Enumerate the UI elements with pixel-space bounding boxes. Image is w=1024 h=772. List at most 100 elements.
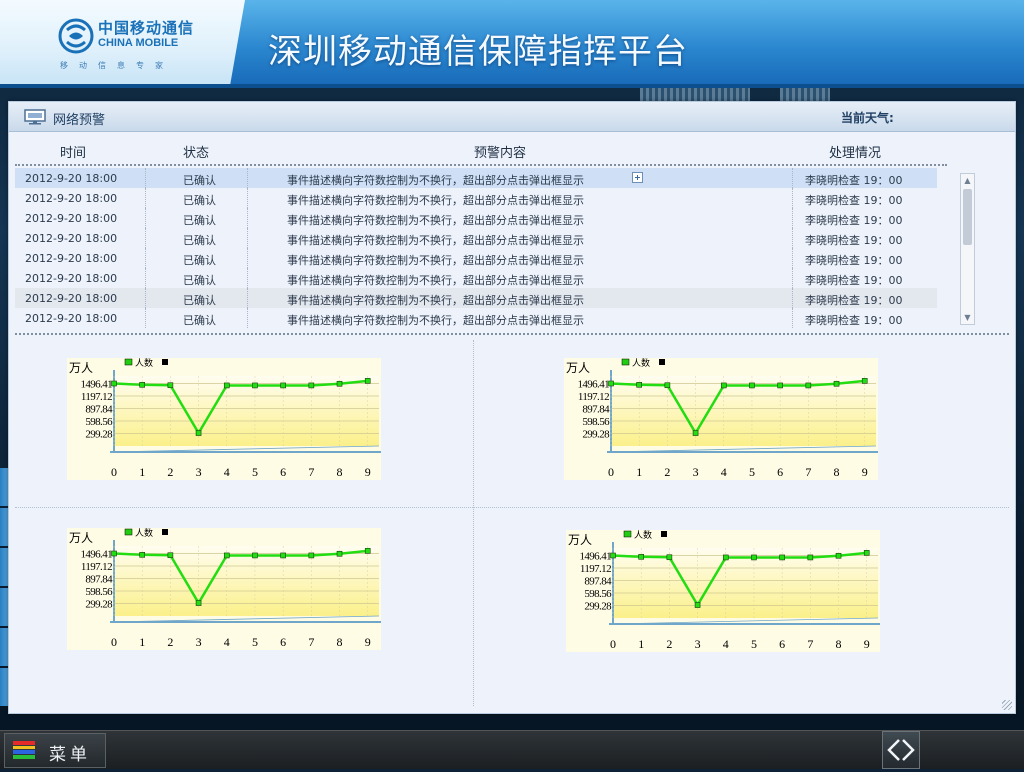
cell-status: 已确认 bbox=[183, 274, 216, 287]
x-tick-label: 2 bbox=[167, 465, 173, 479]
table-row[interactable]: 2012-9-20 18:00 已确认 事件描述横向字符数控制为不换行，超出部分点击… bbox=[15, 248, 937, 268]
data-point bbox=[666, 554, 673, 561]
legend-swatch bbox=[124, 528, 133, 536]
x-tick-label: 2 bbox=[666, 637, 672, 651]
column-separator bbox=[247, 208, 248, 228]
column-separator bbox=[247, 308, 248, 328]
data-point bbox=[252, 552, 258, 559]
window-title: 网络预警 bbox=[53, 113, 106, 128]
cell-content: 事件描述横向字符数控制为不换行，超出部分点击弹出框显示 bbox=[287, 274, 584, 287]
cell-content: 事件描述横向字符数控制为不换行，超出部分点击弹出框显示 bbox=[287, 214, 584, 227]
data-point bbox=[336, 380, 343, 387]
scroll-down-icon[interactable]: ▼ bbox=[961, 311, 974, 324]
y-tick-label: 1197.12 bbox=[81, 391, 112, 403]
column-separator bbox=[145, 308, 146, 328]
table-row[interactable]: 2012-9-20 18:00 已确认 事件描述横向字符数控制为不换行，超出部分点击… bbox=[15, 188, 937, 208]
x-tick-label: 8 bbox=[337, 635, 343, 649]
x-tick-label: 4 bbox=[721, 465, 727, 479]
column-header-status[interactable]: 状态 bbox=[183, 142, 209, 161]
cell-handling: 李晓明检查 19：00 bbox=[805, 294, 903, 307]
table-row[interactable]: 2012-9-20 18:00 已确认 事件描述横向字符数控制为不换行，超出部分点击… bbox=[15, 208, 937, 228]
cell-status: 已确认 bbox=[183, 234, 216, 247]
x-tick-label: 1 bbox=[638, 637, 644, 651]
column-separator bbox=[247, 268, 248, 288]
table-row[interactable]: 2012-9-20 18:00 已确认 事件描述横向字符数控制为不换行，超出部分点击… bbox=[15, 268, 937, 288]
data-point bbox=[664, 382, 671, 389]
table-row[interactable]: 2012-9-20 18:00 已确认 事件描述横向字符数控制为不换行，超出部分点击… bbox=[15, 308, 937, 328]
y-tick-label: 299.28 bbox=[584, 601, 612, 613]
x-tick-label: 7 bbox=[308, 635, 314, 649]
cell-time: 2012-9-20 18:00 bbox=[25, 312, 118, 325]
x-tick-label: 3 bbox=[695, 637, 701, 651]
data-point bbox=[252, 382, 258, 389]
alert-table-body: 2012-9-20 18:00 已确认 事件描述横向字符数控制为不换行，超出部分点击… bbox=[15, 168, 937, 328]
column-separator bbox=[792, 268, 793, 288]
legend-label: 人数 bbox=[135, 358, 153, 369]
legend-label: 人数 bbox=[135, 528, 153, 539]
y-tick-label: 598.56 bbox=[85, 586, 113, 598]
data-point bbox=[692, 430, 699, 436]
window-titlebar[interactable]: 网络预警 当前天气: bbox=[9, 102, 1015, 132]
data-point bbox=[638, 554, 644, 560]
cell-status: 已确认 bbox=[183, 194, 216, 207]
cell-status: 已确认 bbox=[183, 174, 216, 187]
legend-swatch bbox=[661, 531, 667, 537]
data-point bbox=[308, 382, 315, 389]
data-point bbox=[111, 550, 117, 557]
y-tick-label: 1197.12 bbox=[580, 563, 611, 575]
cell-handling: 李晓明检查 19：00 bbox=[805, 274, 903, 287]
x-tick-label: 5 bbox=[751, 637, 757, 651]
background-scenery bbox=[780, 88, 830, 102]
scroll-up-icon[interactable]: ▲ bbox=[961, 174, 974, 187]
table-row[interactable]: 2012-9-20 18:00 已确认 事件描述横向字符数控制为不换行，超出部分点击… bbox=[15, 228, 937, 248]
column-separator bbox=[145, 228, 146, 248]
data-point bbox=[694, 602, 701, 608]
scroll-thumb[interactable] bbox=[963, 189, 972, 245]
expand-icon[interactable] bbox=[632, 172, 643, 183]
x-tick-label: 1 bbox=[139, 465, 145, 479]
x-tick-label: 2 bbox=[664, 465, 670, 479]
data-point bbox=[720, 382, 727, 389]
x-tick-label: 0 bbox=[111, 635, 117, 649]
monitor-icon bbox=[24, 109, 46, 125]
x-tick-label: 6 bbox=[280, 635, 286, 649]
weather-label: 当前天气: bbox=[841, 111, 894, 125]
y-tick-label: 897.84 bbox=[582, 404, 610, 416]
menu-button[interactable]: 菜单 bbox=[4, 733, 106, 768]
resize-grip-icon[interactable] bbox=[1002, 700, 1012, 710]
x-tick-label: 6 bbox=[777, 465, 783, 479]
data-point bbox=[223, 552, 230, 559]
data-point bbox=[779, 554, 785, 561]
nav-arrows-button[interactable] bbox=[882, 731, 920, 769]
legend-swatch bbox=[621, 358, 630, 366]
data-point bbox=[608, 380, 614, 387]
cell-content: 事件描述横向字符数控制为不换行，超出部分点击弹出框显示 bbox=[287, 294, 584, 307]
logo-tagline: 移动信息专家 bbox=[60, 61, 174, 70]
legend-swatch bbox=[162, 529, 168, 535]
column-separator bbox=[145, 268, 146, 288]
table-scrollbar[interactable]: ▲ ▼ bbox=[960, 173, 975, 325]
x-tick-label: 5 bbox=[252, 465, 258, 479]
column-header-content[interactable]: 预警内容 bbox=[474, 142, 526, 161]
cell-handling: 李晓明检查 19：00 bbox=[805, 214, 903, 227]
table-row[interactable]: 2012-9-20 18:00 已确认 事件描述横向字符数控制为不换行，超出部分点击… bbox=[15, 288, 937, 308]
x-tick-label: 8 bbox=[834, 465, 840, 479]
data-point bbox=[722, 554, 729, 561]
y-tick-label: 1496.41 bbox=[80, 379, 112, 391]
header-divider bbox=[0, 84, 1024, 88]
y-tick-label: 598.56 bbox=[584, 588, 612, 600]
data-point bbox=[861, 378, 868, 384]
data-point bbox=[139, 552, 145, 558]
column-header-handling[interactable]: 处理情况 bbox=[829, 142, 881, 161]
prev-next-arrows-icon bbox=[887, 739, 915, 761]
y-tick-label: 897.84 bbox=[584, 576, 612, 588]
x-tick-label: 0 bbox=[608, 465, 614, 479]
x-tick-label: 4 bbox=[224, 635, 230, 649]
table-row[interactable]: 2012-9-20 18:00 已确认 事件描述横向字符数控制为不换行，超出部分点击… bbox=[15, 168, 937, 188]
data-point bbox=[167, 382, 174, 389]
column-header-time[interactable]: 时间 bbox=[60, 142, 86, 161]
x-tick-label: 8 bbox=[337, 465, 343, 479]
cell-time: 2012-9-20 18:00 bbox=[25, 172, 118, 185]
cell-time: 2012-9-20 18:00 bbox=[25, 272, 118, 285]
x-tick-label: 0 bbox=[610, 637, 616, 651]
